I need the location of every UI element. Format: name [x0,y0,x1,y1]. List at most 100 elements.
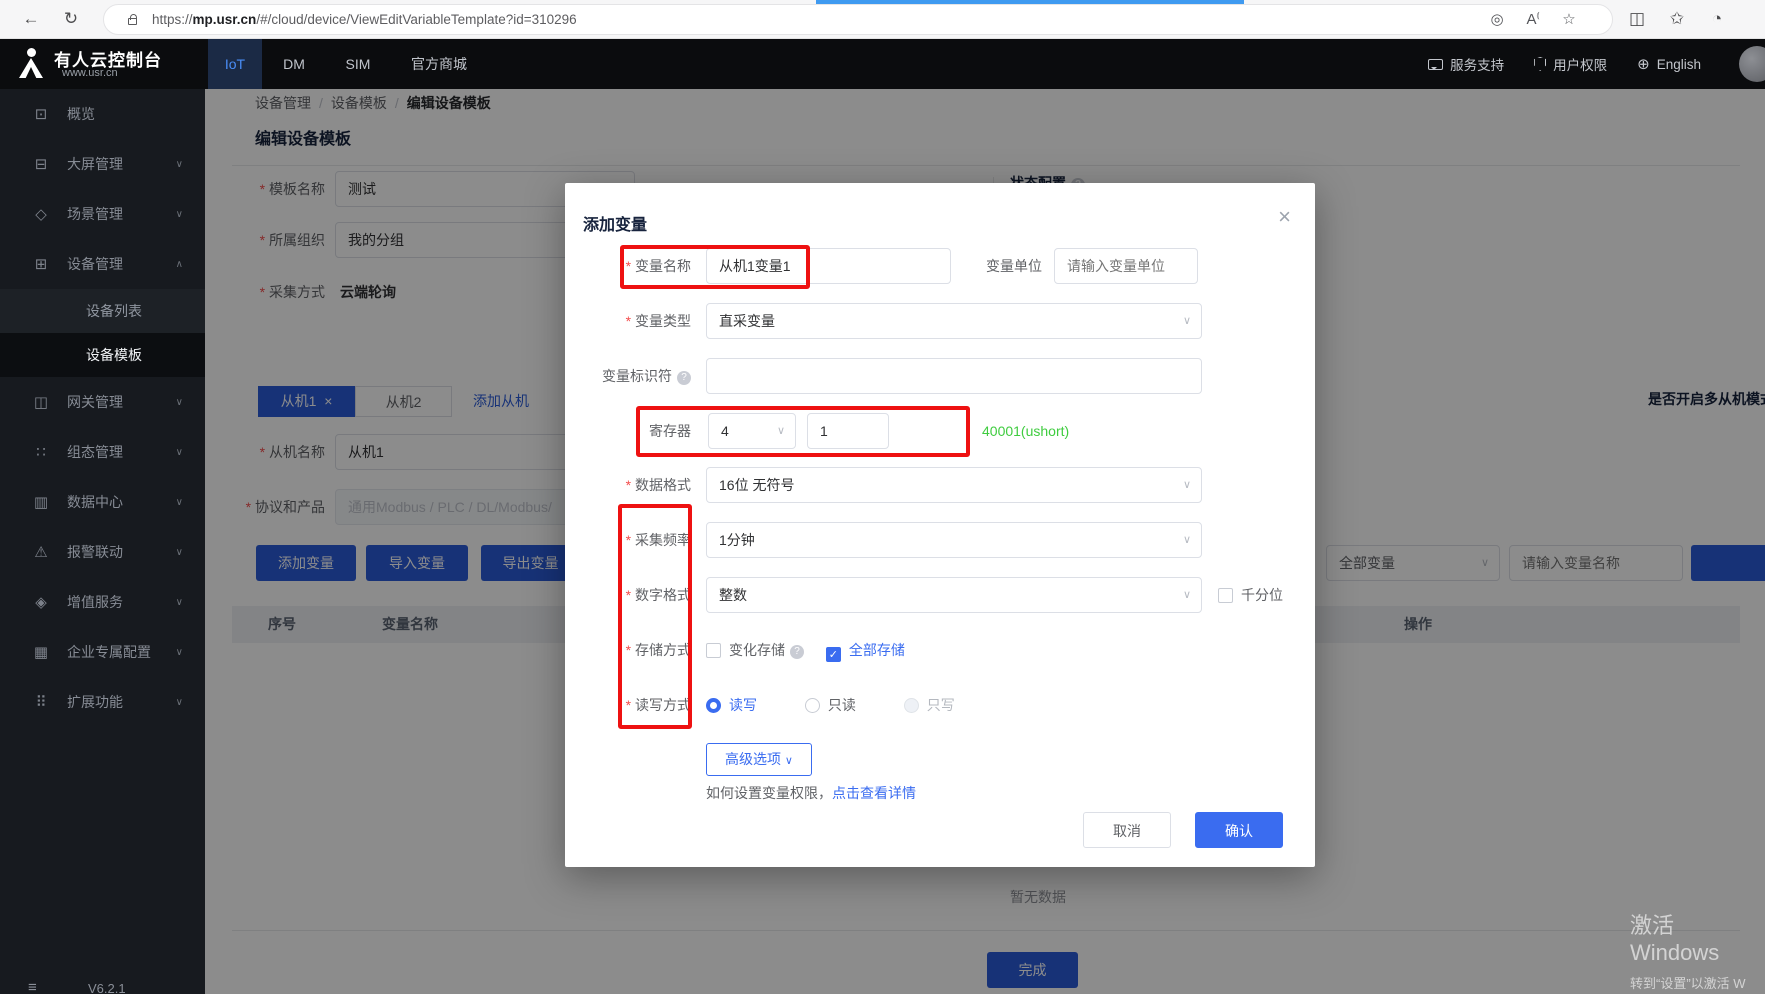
gateway-icon: ◫ [33,393,49,411]
variable-identifier-input[interactable] [706,358,1202,394]
register-label: 寄存器 [565,413,691,449]
variable-name-label: 变量名称 [565,248,691,284]
sidebar-item-device-list[interactable]: 设备列表 [0,289,205,333]
language-switch[interactable]: ⊕English [1637,55,1701,73]
sidebar-item-screen[interactable]: ⊟大屏管理∨ [0,139,205,189]
chevron-down-icon: ∨ [176,647,183,658]
nav-tab-mall[interactable]: 官方商城 [390,39,488,89]
sidebar-item-enterprise[interactable]: ▦ 企业专属配置 ∨ [0,627,205,677]
collapse-sidebar-icon[interactable]: ≡ [28,979,37,994]
close-icon[interactable]: × [1278,207,1291,227]
storage-options: 变化存储? ✓全部存储 [706,632,905,668]
bar-chart-icon: ▥ [33,493,49,511]
variable-name-input[interactable] [706,248,951,284]
chat-icon [1428,59,1443,70]
register-type-select[interactable]: 4∨ [708,413,796,449]
radio-write-only[interactable]: 只写 [904,697,955,713]
checkbox-checked-icon: ✓ [826,647,841,662]
variable-type-select[interactable]: 直采变量∨ [706,303,1202,339]
brand-subtitle: www.usr.cn [62,67,118,79]
brand[interactable]: 有人云控制台 www.usr.cn [0,39,205,89]
radio-read-only[interactable]: 只读 [805,697,856,713]
number-format-select[interactable]: 整数∨ [706,577,1202,613]
support-label: 服务支持 [1450,54,1504,74]
sidebar-item-vas[interactable]: ◈增值服务∨ [0,577,205,627]
confirm-button[interactable]: 确认 [1195,812,1283,848]
view-details-link[interactable]: 点击查看详情 [832,785,916,801]
nav-tab-dm[interactable]: DM [262,39,326,89]
favorite-icon[interactable]: ☆ [1558,10,1580,28]
split-screen-icon[interactable]: ◫ [1624,6,1650,32]
browser-extra-icon[interactable]: ◔ [1704,6,1730,32]
storage-all-label: 全部存储 [849,642,905,658]
collections-icon[interactable]: ✩ [1664,6,1690,32]
sidebar-item-device-template[interactable]: 设备模板 [0,333,205,377]
app-header: 有人云控制台 www.usr.cn IoT DM SIM 官方商城 服务支持 用… [0,39,1765,89]
sidebar-label: 概览 [67,104,95,124]
nav-tab-iot[interactable]: IoT [208,39,262,89]
rw-mode-label: 读写方式 [565,687,691,723]
sidebar-item-overview[interactable]: ⊡概览 [0,89,205,139]
avatar[interactable] [1739,46,1765,82]
cancel-button[interactable]: 取消 [1083,812,1171,848]
chevron-down-icon: ∨ [176,159,183,170]
collect-frequency-label: 采集频率 [565,522,691,558]
sidebar-item-gateway[interactable]: ◫网关管理∨ [0,377,205,427]
register-hint: 40001(ushort) [982,413,1069,449]
chevron-down-icon: ∨ [777,414,785,448]
data-format-select[interactable]: 16位 无符号∨ [706,467,1202,503]
refresh-button[interactable]: ↻ [58,6,84,32]
chevron-down-icon: ∨ [1183,304,1191,338]
sidebar-label: 企业专属配置 [67,642,151,662]
checkbox-icon [706,643,721,658]
building-icon: ▦ [33,643,49,661]
watermark-line2: 转到“设置”以激活 W [1630,973,1765,992]
scene-icon: ◇ [33,205,49,223]
sidebar-item-data-center[interactable]: ▥数据中心∨ [0,477,205,527]
help-icon[interactable]: ? [790,645,804,659]
storage-change-checkbox[interactable]: 变化存储 [706,642,785,658]
storage-change-label: 变化存储 [729,642,785,658]
storage-all-checkbox[interactable]: ✓全部存储 [826,642,905,658]
variable-unit-input[interactable] [1054,248,1198,284]
collect-frequency-select[interactable]: 1分钟∨ [706,522,1202,558]
url-host: mp.usr.cn [193,12,257,27]
usr-logo-icon [16,48,46,80]
url-protocol: https:// [152,12,193,27]
thousand-separator-checkbox[interactable]: 千分位 [1218,577,1283,613]
hmi-icon: ∷ [33,443,49,461]
radio-disabled-icon [904,698,919,713]
sidebar-item-extension[interactable]: ⠿扩展功能∨ [0,677,205,727]
back-button[interactable]: ← [18,6,44,32]
site-url[interactable]: https://mp.usr.cn/#/cloud/device/ViewEdi… [152,12,577,27]
nav-tab-sim[interactable]: SIM [326,39,390,89]
chevron-down-icon: ∨ [176,397,183,408]
location-icon[interactable]: ◎ [1486,10,1508,28]
sidebar-item-device[interactable]: ⊞设备管理∧ [0,239,205,289]
sidebar-label: 数据中心 [67,492,123,512]
sidebar-item-scene[interactable]: ◇场景管理∨ [0,189,205,239]
sidebar-label: 设备管理 [67,254,123,274]
register-address-input[interactable] [807,413,889,449]
device-submenu: 设备列表 设备模板 [0,289,205,377]
permission-link[interactable]: 用户权限 [1534,54,1607,74]
read-aloud-icon[interactable]: A⦅ [1522,10,1544,28]
support-link[interactable]: 服务支持 [1428,54,1504,74]
help-icon[interactable]: ? [677,371,691,385]
radio-read-write[interactable]: 读写 [706,697,757,713]
checkbox-icon [1218,588,1233,603]
globe-icon: ⊕ [1637,55,1650,73]
sidebar: ⊡概览 ⊟大屏管理∨ ◇场景管理∨ ⊞设备管理∧ 设备列表 设备模板 ◫网关管理… [0,89,205,994]
chevron-down-icon: ∨ [176,697,183,708]
sidebar-item-hmi[interactable]: ∷组态管理∨ [0,427,205,477]
sidebar-item-alarm[interactable]: ⚠报警联动∨ [0,527,205,577]
rw-label-text: 读写 [729,697,757,713]
sidebar-label: 组态管理 [67,442,123,462]
variable-type-label: 变量类型 [565,303,691,339]
advanced-options-button[interactable]: 高级选项 ∨ [706,743,812,776]
url-path: /#/cloud/device/ViewEditVariableTemplate… [256,12,576,27]
sidebar-label: 报警联动 [67,542,123,562]
radio-selected-icon [706,698,721,713]
address-bar[interactable]: https://mp.usr.cn/#/cloud/device/ViewEdi… [103,4,1613,35]
dialog-title: 添加变量 [583,211,647,235]
